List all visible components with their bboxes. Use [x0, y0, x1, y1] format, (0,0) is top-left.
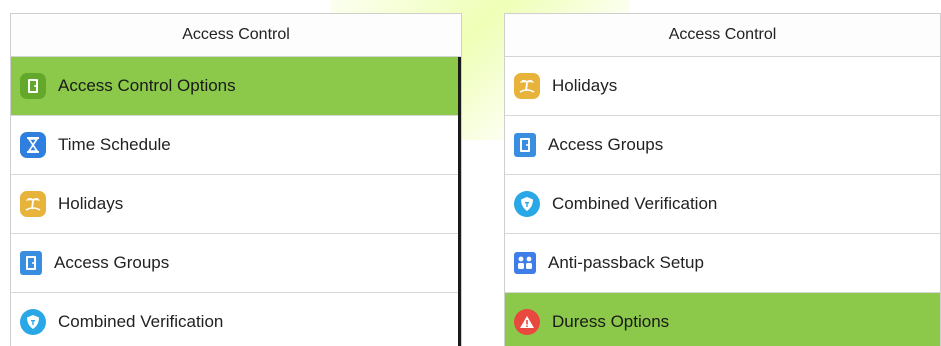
page-title: Access Control	[505, 14, 940, 57]
menu-item-label: Holidays	[552, 76, 618, 95]
menu-item-access-control-options[interactable]: Access Control Options	[11, 57, 461, 116]
menu-item-label: Holidays	[58, 194, 124, 213]
right-screen: Access Control Holidays Access Groups Co…	[504, 13, 941, 346]
menu-item-duress-options[interactable]: Duress Options	[505, 293, 940, 346]
door-icon	[20, 251, 42, 275]
menu-item-label: Time Schedule	[58, 135, 171, 154]
menu-item-combined-verification[interactable]: Combined Verification	[505, 175, 940, 234]
door-icon	[514, 133, 536, 157]
menu-item-label: Access Groups	[548, 135, 664, 154]
menu-item-label: Duress Options	[552, 312, 670, 331]
palm-tree-icon	[20, 191, 46, 217]
door-icon	[20, 73, 46, 99]
shield-icon	[20, 309, 46, 335]
menu-item-holidays[interactable]: Holidays	[11, 175, 461, 234]
menu-item-label: Access Groups	[54, 253, 170, 272]
menu-item-label: Anti-passback Setup	[548, 253, 704, 272]
menu-item-time-schedule[interactable]: Time Schedule	[11, 116, 461, 175]
menu-item-access-groups[interactable]: Access Groups	[11, 234, 461, 293]
menu-item-access-groups[interactable]: Access Groups	[505, 116, 940, 175]
menu-item-holidays[interactable]: Holidays	[505, 57, 940, 116]
menu-item-label: Access Control Options	[58, 76, 236, 95]
left-screen: Access Control Access Control Options Ti…	[10, 13, 462, 346]
palm-tree-icon	[514, 73, 540, 99]
shield-icon	[514, 191, 540, 217]
menu-item-anti-passback-setup[interactable]: Anti-passback Setup	[505, 234, 940, 293]
menu-item-label: Combined Verification	[552, 194, 718, 213]
scrollbar[interactable]	[458, 57, 461, 346]
menu-item-label: Combined Verification	[58, 312, 224, 331]
people-icon	[514, 252, 536, 274]
page-title: Access Control	[11, 14, 461, 57]
hourglass-icon	[20, 132, 46, 158]
menu-item-combined-verification[interactable]: Combined Verification	[11, 293, 461, 346]
warning-icon	[514, 309, 540, 335]
